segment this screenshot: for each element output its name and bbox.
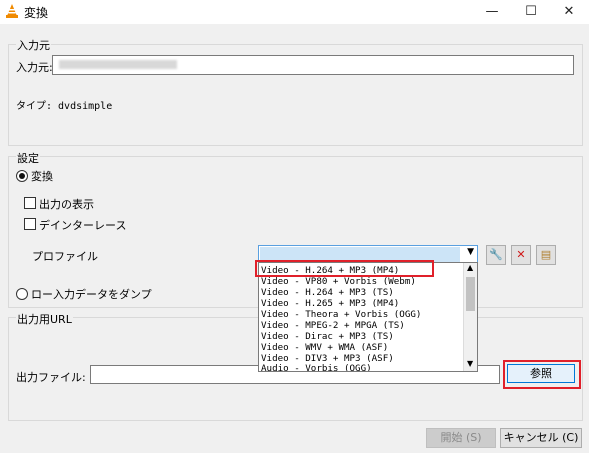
delete-x-icon: ✕ — [516, 248, 526, 261]
show-output-checkbox[interactable] — [24, 197, 36, 209]
convert-radio[interactable] — [16, 170, 28, 182]
show-output-label: 出力の表示 — [39, 198, 94, 211]
profile-label: プロファイル — [32, 250, 98, 263]
source-group-title: 入力元 — [16, 37, 51, 53]
deinterlace-label: デインターレース — [39, 219, 127, 232]
profile-option[interactable]: Video - MPEG-2 + MPGA (TS) — [261, 320, 405, 331]
maximize-button[interactable]: ☐ — [513, 0, 549, 24]
scrollbar-thumb[interactable] — [466, 277, 475, 311]
profile-dropdown-list[interactable]: Video - H.264 + MP3 (MP4) Video - VP80 +… — [258, 262, 478, 372]
output-file-label: 出力ファイル: — [16, 371, 86, 384]
close-button[interactable]: ✕ — [551, 0, 587, 24]
start-button[interactable]: 開始 (S) — [426, 428, 496, 448]
chevron-down-icon: ▼ — [467, 247, 474, 257]
title-bar: 変換 — ☐ ✕ — [0, 0, 589, 24]
profile-option[interactable]: Video - H.264 + MP3 (TS) — [261, 287, 394, 298]
dropdown-scrollbar[interactable]: ▲ ▼ — [463, 263, 477, 371]
source-type-label: タイプ: dvdsimple — [16, 101, 113, 112]
convert-radio-label: 変換 — [31, 170, 53, 183]
vlc-cone-icon — [6, 4, 18, 18]
selected-option-highlight — [255, 260, 434, 277]
settings-group-title: 設定 — [16, 150, 40, 166]
delete-profile-button[interactable]: ✕ — [511, 245, 531, 265]
source-input-label: 入力元: — [16, 61, 53, 74]
profile-option[interactable]: Video - H.265 + MP3 (MP4) — [261, 298, 399, 309]
scroll-up-icon[interactable]: ▲ — [467, 263, 473, 272]
dump-radio[interactable] — [16, 288, 28, 300]
dump-radio-label: ロー入力データをダンプ — [31, 288, 152, 301]
browse-button[interactable]: 参照 — [507, 364, 575, 383]
profile-option[interactable]: Video - VP80 + Vorbis (Webm) — [261, 276, 416, 287]
wrench-icon: 🔧 — [489, 248, 503, 261]
deinterlace-checkbox[interactable] — [24, 218, 36, 230]
profile-option[interactable]: Video - Dirac + MP3 (TS) — [261, 331, 394, 342]
blurred-source-path — [59, 60, 177, 69]
destination-group-title: 出力用URL — [16, 311, 73, 327]
edit-profile-button[interactable]: 🔧 — [486, 245, 506, 265]
minimize-button[interactable]: — — [474, 0, 510, 24]
scroll-down-icon[interactable]: ▼ — [467, 359, 473, 368]
new-profile-button[interactable]: ▤ — [536, 245, 556, 265]
source-input-field[interactable] — [52, 55, 574, 75]
cancel-button[interactable]: キャンセル (C) — [500, 428, 582, 448]
new-profile-icon: ▤ — [540, 248, 552, 261]
window-title: 変換 — [24, 6, 49, 20]
profile-option[interactable]: Video - Theora + Vorbis (OGG) — [261, 309, 421, 320]
profile-option[interactable]: Video - WMV + WMA (ASF) — [261, 342, 388, 353]
profile-option[interactable]: Audio - Vorbis (OGG) — [261, 363, 372, 371]
